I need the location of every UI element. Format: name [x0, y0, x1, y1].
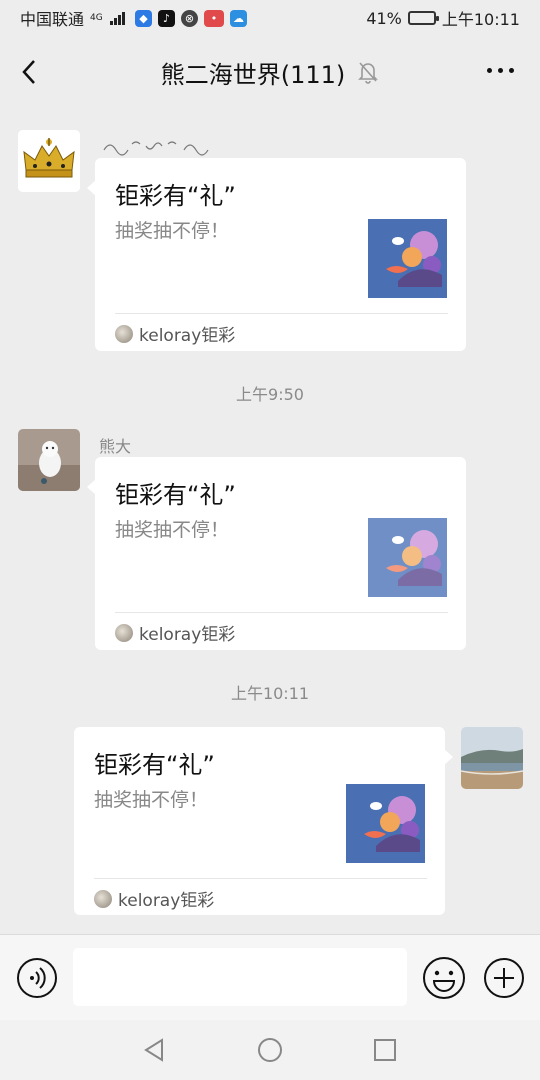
- recents-square-icon[interactable]: [370, 1035, 400, 1065]
- card-thumbnail: [368, 219, 447, 298]
- source-logo-icon: [115, 324, 133, 343]
- system-nav-bar: [0, 1020, 540, 1080]
- shield-app-icon: ◆: [135, 9, 153, 27]
- network-type: 4G: [90, 12, 103, 23]
- card-title: 钜彩有“礼”: [94, 751, 215, 779]
- sender-name: 熊大: [99, 437, 132, 456]
- browser-app-icon: ⊗: [181, 9, 199, 27]
- card-divider: [94, 878, 427, 879]
- plus-icon[interactable]: [483, 957, 525, 999]
- back-icon[interactable]: [18, 58, 44, 86]
- message-timestamp: 上午9:50: [236, 385, 304, 404]
- card-description: 抽奖抽不停！: [115, 220, 230, 242]
- emoji-icon[interactable]: [422, 956, 466, 1000]
- cloud-app-icon: ☁: [230, 9, 248, 27]
- message-timestamp: 上午10:11: [230, 684, 310, 703]
- source-name: keloray钜彩: [139, 625, 236, 645]
- bubble-tail: [444, 749, 453, 765]
- card-divider: [115, 313, 448, 314]
- bubble-tail: [87, 479, 96, 495]
- home-circle-icon[interactable]: [255, 1035, 285, 1065]
- chat-title: 熊二海世界(111): [160, 60, 346, 89]
- clock: 上午10:11: [441, 10, 520, 29]
- tiktok-app-icon: ♪: [158, 9, 176, 27]
- chat-title-group: 熊二海世界(111): [161, 55, 380, 90]
- polar-bear-avatar[interactable]: [18, 429, 80, 491]
- card-description: 抽奖抽不停！: [115, 519, 230, 541]
- chat-header: 熊二海世界(111): [0, 36, 540, 108]
- source-name: keloray钜彩: [139, 326, 236, 346]
- beach-avatar[interactable]: [461, 727, 523, 789]
- crown-avatar[interactable]: [18, 130, 80, 192]
- battery-percent: 41%: [366, 8, 402, 28]
- voice-icon[interactable]: [16, 957, 58, 999]
- source-logo-icon: [115, 623, 133, 642]
- status-bar-left: 中国联通 4G ◆ ♪ ⊗ • ☁: [20, 6, 248, 30]
- card-thumbnail: [346, 784, 425, 863]
- more-icon[interactable]: [487, 68, 514, 73]
- link-card[interactable]: 钜彩有“礼” 抽奖抽不停！ keloray钜彩: [87, 457, 466, 650]
- card-title: 钜彩有“礼”: [115, 481, 236, 509]
- card-source: keloray钜彩: [115, 321, 235, 346]
- card-source: keloray钜彩: [115, 620, 235, 645]
- ornament-decoration: [103, 141, 209, 156]
- back-triangle-icon[interactable]: [140, 1035, 170, 1065]
- source-logo-icon: [94, 889, 112, 908]
- link-card[interactable]: 钜彩有“礼” 抽奖抽不停！ keloray钜彩: [87, 158, 466, 351]
- card-divider: [115, 612, 448, 613]
- message-input[interactable]: [73, 948, 407, 1006]
- bubble-tail: [87, 180, 96, 196]
- link-card[interactable]: 钜彩有“礼” 抽奖抽不停！ keloray钜彩: [74, 727, 453, 915]
- carrier-label: 中国联通: [20, 10, 85, 29]
- status-bar: 中国联通 4G ◆ ♪ ⊗ • ☁ 41% 上午10:11: [0, 0, 540, 36]
- card-source: keloray钜彩: [94, 886, 214, 911]
- input-bar: [0, 934, 540, 1020]
- card-description: 抽奖抽不停！: [94, 789, 209, 811]
- battery-icon: [407, 11, 439, 25]
- status-bar-right: 41% 上午10:11: [366, 6, 520, 30]
- source-name: keloray钜彩: [118, 891, 215, 911]
- card-thumbnail: [368, 518, 447, 597]
- card-title: 钜彩有“礼”: [115, 182, 236, 210]
- signal-icon: [110, 11, 126, 25]
- mute-bell-icon: [358, 62, 379, 84]
- red-app-icon: •: [204, 9, 225, 27]
